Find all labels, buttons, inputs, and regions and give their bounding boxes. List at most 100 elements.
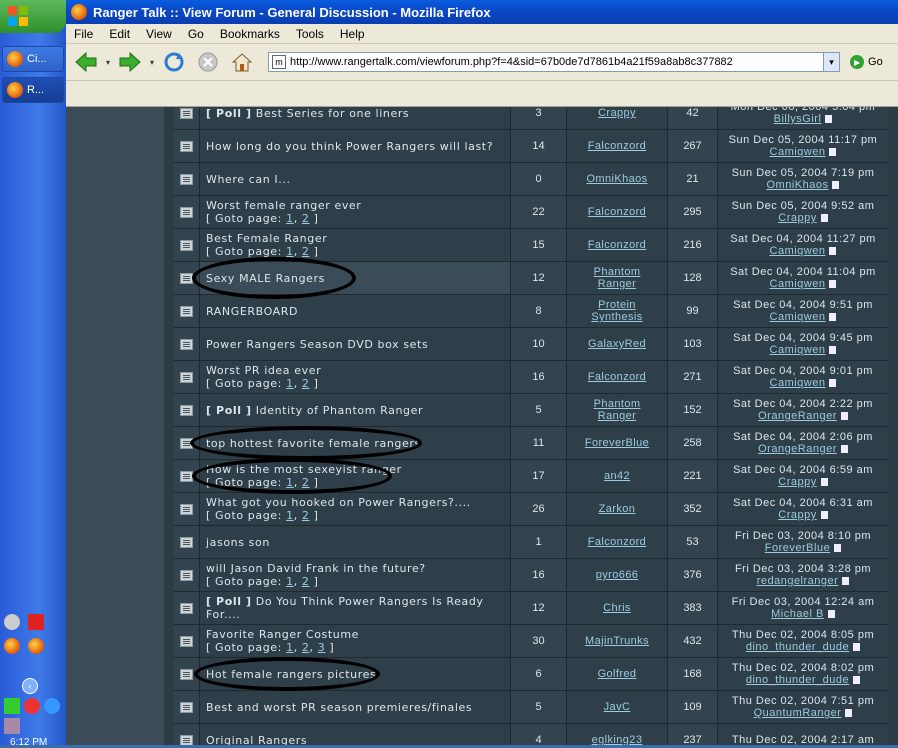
- author-link[interactable]: OmniKhaos: [586, 173, 647, 185]
- topic-title-link[interactable]: How long do you think Power Rangers will…: [206, 140, 493, 153]
- tray-icon[interactable]: [44, 698, 60, 714]
- firefox-tray-icon[interactable]: [4, 638, 20, 654]
- goto-last-post-icon[interactable]: [829, 313, 837, 322]
- goto-last-post-icon[interactable]: [820, 511, 828, 520]
- author-link[interactable]: Ranger: [598, 278, 636, 290]
- last-post-author[interactable]: redangelranger: [757, 575, 839, 587]
- page-link[interactable]: 2: [302, 377, 310, 390]
- reload-button[interactable]: [160, 48, 188, 76]
- topic-title-link[interactable]: Best Female Ranger: [206, 232, 327, 245]
- goto-last-post-icon[interactable]: [829, 148, 837, 157]
- topic-title-link[interactable]: RANGERBOARD: [206, 305, 298, 318]
- topic-title-link[interactable]: Worst female ranger ever: [206, 199, 361, 212]
- topic-title-link[interactable]: will Jason David Frank in the future?: [206, 562, 426, 575]
- topic-title-link[interactable]: Identity of Phantom Ranger: [256, 404, 423, 417]
- author-link[interactable]: Phantom: [594, 266, 641, 278]
- menu-help[interactable]: Help: [332, 27, 373, 41]
- topic-title-link[interactable]: Worst PR idea ever: [206, 364, 321, 377]
- goto-last-post-icon[interactable]: [842, 577, 850, 586]
- topic-title-link[interactable]: Favorite Ranger Costume: [206, 628, 359, 641]
- page-link[interactable]: 1: [286, 212, 294, 225]
- goto-last-post-icon[interactable]: [829, 379, 837, 388]
- tray-collapse-icon[interactable]: ‹: [22, 678, 38, 694]
- last-post-author[interactable]: Camiqwen: [770, 278, 826, 290]
- page-link[interactable]: 1: [286, 377, 294, 390]
- author-link[interactable]: JavC: [604, 701, 631, 713]
- menu-edit[interactable]: Edit: [101, 27, 138, 41]
- page-link[interactable]: 1: [286, 509, 294, 522]
- tray-icon[interactable]: [24, 698, 40, 714]
- last-post-author[interactable]: Crappy: [778, 212, 816, 224]
- author-link[interactable]: MajinTrunks: [585, 635, 649, 647]
- last-post-author[interactable]: OmniKhaos: [767, 179, 829, 191]
- topic-title-link[interactable]: Where can I...: [206, 173, 291, 186]
- author-link[interactable]: Golfred: [598, 668, 637, 680]
- tray-icon[interactable]: [4, 698, 20, 714]
- last-post-author[interactable]: Camiqwen: [770, 344, 826, 356]
- topic-title-link[interactable]: Hot female rangers pictures: [206, 668, 376, 681]
- topic-title-link[interactable]: Best and worst PR season premieres/final…: [206, 701, 472, 714]
- menu-bookmarks[interactable]: Bookmarks: [212, 27, 288, 41]
- last-post-author[interactable]: ForeverBlue: [765, 542, 830, 554]
- page-link[interactable]: 1: [286, 245, 294, 258]
- start-button[interactable]: [0, 0, 66, 33]
- author-link[interactable]: pyro666: [596, 569, 639, 581]
- page-link[interactable]: 1: [286, 641, 294, 654]
- last-post-author[interactable]: Camiqwen: [770, 377, 826, 389]
- topic-title-link[interactable]: Power Rangers Season DVD box sets: [206, 338, 428, 351]
- author-link[interactable]: Zarkon: [599, 503, 636, 515]
- author-link[interactable]: Crappy: [598, 107, 636, 119]
- goto-last-post-icon[interactable]: [825, 115, 833, 124]
- author-link[interactable]: Falconzord: [588, 206, 646, 218]
- topic-title-link[interactable]: Sexy MALE Rangers: [206, 272, 325, 285]
- last-post-author[interactable]: Crappy: [778, 476, 816, 488]
- back-dropdown-icon[interactable]: ▾: [106, 58, 110, 67]
- forward-dropdown-icon[interactable]: ▾: [150, 58, 154, 67]
- goto-last-post-icon[interactable]: [820, 214, 828, 223]
- last-post-author[interactable]: Camiqwen: [770, 245, 826, 257]
- page-link[interactable]: 2: [302, 245, 310, 258]
- last-post-author[interactable]: Michael B: [771, 608, 824, 620]
- author-link[interactable]: Falconzord: [588, 536, 646, 548]
- taskbar-item-ci[interactable]: Ci...: [2, 46, 64, 72]
- topic-title-link[interactable]: top hottest favorite female rangers: [206, 437, 421, 450]
- author-link[interactable]: Protein: [598, 299, 636, 311]
- go-button[interactable]: ▶ Go: [850, 55, 883, 69]
- goto-last-post-icon[interactable]: [845, 709, 853, 718]
- goto-last-post-icon[interactable]: [820, 478, 828, 487]
- topic-title-link[interactable]: Best Series for one liners: [256, 107, 409, 120]
- last-post-author[interactable]: dino_thunder_dude: [746, 641, 849, 653]
- author-link[interactable]: Falconzord: [588, 239, 646, 251]
- last-post-author[interactable]: OrangeRanger: [758, 443, 837, 455]
- page-link[interactable]: 2: [302, 509, 310, 522]
- author-link[interactable]: Falconzord: [588, 140, 646, 152]
- last-post-author[interactable]: BillysGirl: [774, 113, 822, 125]
- goto-last-post-icon[interactable]: [832, 181, 840, 190]
- author-link[interactable]: Ranger: [598, 410, 636, 422]
- firefox-tray-icon[interactable]: [28, 638, 44, 654]
- author-link[interactable]: eglking23: [592, 734, 643, 745]
- page-link[interactable]: 1: [286, 476, 294, 489]
- menu-file[interactable]: File: [66, 27, 101, 41]
- tray-icon[interactable]: [4, 718, 20, 734]
- last-post-author[interactable]: Camiqwen: [770, 311, 826, 323]
- network-icon[interactable]: [4, 614, 20, 630]
- topic-title-link[interactable]: jasons son: [206, 536, 270, 549]
- page-link[interactable]: 3: [318, 641, 326, 654]
- author-link[interactable]: Phantom: [594, 398, 641, 410]
- menu-go[interactable]: Go: [180, 27, 212, 41]
- author-link[interactable]: Synthesis: [591, 311, 642, 323]
- topic-title-link[interactable]: Original Rangers: [206, 734, 307, 746]
- stop-button[interactable]: [194, 48, 222, 76]
- goto-last-post-icon[interactable]: [840, 445, 848, 454]
- author-link[interactable]: Chris: [603, 602, 631, 614]
- url-dropdown-icon[interactable]: ▾: [823, 53, 840, 71]
- goto-last-post-icon[interactable]: [827, 610, 835, 619]
- last-post-author[interactable]: Camiqwen: [770, 146, 826, 158]
- goto-last-post-icon[interactable]: [829, 346, 837, 355]
- last-post-author[interactable]: QuantumRanger: [754, 707, 842, 719]
- goto-last-post-icon[interactable]: [853, 676, 861, 685]
- menu-view[interactable]: View: [138, 27, 180, 41]
- back-button[interactable]: [72, 48, 100, 76]
- taskbar-item-rangertalk[interactable]: R...: [2, 77, 64, 103]
